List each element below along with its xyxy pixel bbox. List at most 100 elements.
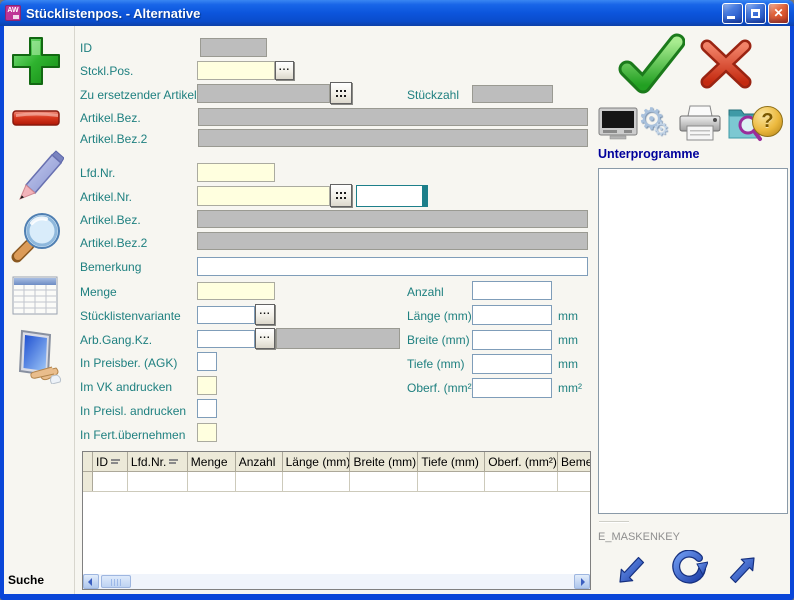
subprograms-label: Unterprogramme — [598, 147, 699, 161]
im-vk-andrucken-checkbox[interactable] — [197, 376, 217, 395]
list-grid-icon — [12, 276, 58, 316]
stuecklistenvariante-lookup-button[interactable]: ... — [255, 304, 275, 325]
nav-forward-button[interactable] — [728, 554, 758, 589]
col-bemerkung[interactable]: Bemerkung — [558, 452, 590, 471]
cell-laenge[interactable] — [283, 472, 351, 491]
col-oberf[interactable]: Oberf. (mm²) — [485, 452, 558, 471]
artikelnr-suffix-field[interactable] — [356, 185, 428, 207]
table-header-row: ID Lfd.Nr. Menge Anzahl Länge (mm) Breit… — [83, 452, 590, 472]
col-anzahl[interactable]: Anzahl — [236, 452, 283, 471]
col-menge[interactable]: Menge — [188, 452, 236, 471]
row-selector-cell[interactable] — [83, 472, 93, 491]
arrow-back-icon — [616, 556, 646, 586]
oberf-field[interactable] — [472, 378, 552, 398]
select-screen-icon — [10, 326, 64, 384]
stuecklistenvariante-field[interactable] — [197, 306, 255, 324]
positions-table: ID Lfd.Nr. Menge Anzahl Länge (mm) Breit… — [82, 451, 591, 590]
sort-icon — [169, 458, 178, 465]
artikelnr-field[interactable] — [197, 186, 330, 206]
stueckzahl-label: Stückzahl — [407, 88, 459, 102]
ok-button[interactable] — [613, 33, 685, 100]
ellipsis-icon: ... — [259, 310, 270, 319]
in-fert-uebernehmen-checkbox[interactable] — [197, 423, 217, 442]
titlebar[interactable]: AW Stücklistenpos. - Alternative ✕ — [0, 0, 794, 26]
horizontal-scrollbar[interactable] — [83, 574, 590, 589]
scroll-right-button[interactable] — [574, 574, 590, 589]
cell-bemerkung[interactable] — [558, 472, 590, 491]
stcklpos-lookup-button[interactable]: ... — [275, 61, 294, 80]
close-button[interactable]: ✕ — [768, 3, 789, 24]
add-button[interactable] — [8, 33, 64, 94]
edit-button[interactable] — [12, 149, 64, 210]
help-button[interactable]: ? — [752, 106, 783, 137]
minimize-button[interactable] — [722, 3, 743, 24]
cell-anzahl[interactable] — [236, 472, 283, 491]
minimize-icon — [727, 16, 735, 19]
menge-label: Menge — [80, 285, 117, 299]
search-button[interactable] — [10, 209, 64, 268]
in-fert-uebernehmen-label: In Fert.übernehmen — [80, 428, 185, 442]
id-label: ID — [80, 41, 92, 55]
search-magnifier-icon — [10, 209, 64, 263]
col-lfdnr[interactable]: Lfd.Nr. — [128, 452, 188, 471]
arbgangkz-field[interactable] — [197, 330, 255, 348]
cell-tiefe[interactable] — [418, 472, 485, 491]
bemerkung-field[interactable] — [197, 257, 588, 276]
bemerkung-label: Bemerkung — [80, 260, 141, 274]
artikelnr-lookup-button[interactable] — [330, 184, 352, 207]
menge-field[interactable] — [197, 282, 275, 300]
lfdnr-field[interactable] — [197, 163, 275, 182]
toolbar-separator — [74, 26, 75, 594]
laenge-unit-label: mm — [558, 309, 578, 323]
printer-icon — [677, 104, 723, 142]
cross-cancel-icon — [698, 39, 754, 89]
anzahl-label: Anzahl — [407, 285, 444, 299]
delete-button[interactable] — [10, 107, 62, 136]
in-preisl-andrucken-checkbox[interactable] — [197, 399, 217, 418]
cell-breite[interactable] — [350, 472, 418, 491]
zu-ersetzender-artikel-field — [197, 84, 330, 103]
scroll-left-button[interactable] — [83, 574, 99, 589]
breite-field[interactable] — [472, 330, 552, 350]
screen-button[interactable] — [598, 107, 638, 146]
zu-ersetzender-artikel-lookup-button[interactable] — [330, 82, 352, 104]
settings-button[interactable]: ⚙ ⚙ — [638, 105, 669, 139]
maskenkey-label: E_MASKENKEY — [598, 531, 680, 543]
cell-menge[interactable] — [188, 472, 236, 491]
maximize-button[interactable] — [745, 3, 766, 24]
artikelnr-label: Artikel.Nr. — [80, 190, 132, 204]
nav-refresh-button[interactable] — [672, 550, 708, 593]
cell-oberf[interactable] — [485, 472, 558, 491]
app-icon-text: AW — [7, 6, 18, 15]
lfdnr-label: Lfd.Nr. — [80, 166, 115, 180]
cell-lfdnr[interactable] — [128, 472, 188, 491]
subprograms-listbox[interactable] — [598, 168, 788, 514]
col-selector — [83, 452, 93, 471]
col-breite[interactable]: Breite (mm) — [350, 452, 418, 471]
col-tiefe[interactable]: Tiefe (mm) — [418, 452, 485, 471]
cancel-button[interactable] — [698, 39, 754, 94]
select-mask-button[interactable] — [10, 326, 64, 389]
arbgangkz-lookup-button[interactable]: ... — [255, 328, 275, 349]
print-button[interactable] — [677, 104, 723, 147]
in-preisber-checkbox[interactable] — [197, 352, 217, 371]
col-id[interactable]: ID — [93, 452, 128, 471]
nav-back-button[interactable] — [616, 556, 646, 591]
breite-label: Breite (mm) — [407, 333, 470, 347]
oberf-unit-label: mm² — [558, 381, 582, 395]
tiefe-field[interactable] — [472, 354, 552, 374]
laenge-field[interactable] — [472, 305, 552, 325]
anzahl-field[interactable] — [472, 281, 552, 300]
cell-id[interactable] — [93, 472, 128, 491]
scrollbar-thumb[interactable] — [101, 575, 131, 588]
col-laenge[interactable]: Länge (mm) — [283, 452, 351, 471]
artikel-bez-top-label: Artikel.Bez. — [80, 111, 141, 125]
table-row[interactable] — [83, 472, 590, 492]
id-field — [200, 38, 267, 57]
arrow-left-icon — [88, 578, 92, 586]
list-button[interactable] — [12, 276, 58, 321]
suche-label: Suche — [8, 573, 44, 587]
artikel-bez-top-field — [198, 108, 588, 126]
sort-icon — [111, 458, 120, 465]
stcklpos-field[interactable] — [197, 61, 275, 80]
